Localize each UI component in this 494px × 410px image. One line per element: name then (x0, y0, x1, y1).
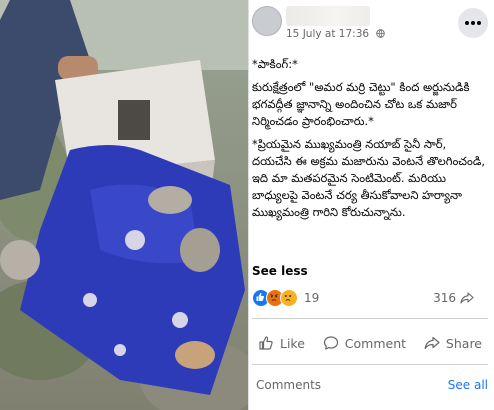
share-label: Share (445, 335, 482, 351)
more-options-button[interactable] (458, 8, 488, 38)
post-paragraph: *పాకింగ్:* (252, 57, 298, 71)
reactions-summary[interactable]: 19 (252, 288, 319, 308)
share-count[interactable]: 316 (433, 291, 474, 305)
see-all-comments-link[interactable]: See all (448, 378, 488, 392)
divider (252, 318, 488, 319)
post-video-thumbnail[interactable] (0, 0, 248, 410)
like-label: Like (280, 335, 305, 351)
sad-reaction-icon (280, 289, 298, 307)
globe-icon (376, 29, 386, 38)
post-body: *పాకింగ్:* కురుక్షేత్రంలో "అమర మర్రి చెట… (252, 56, 488, 227)
comments-heading: Comments (256, 378, 322, 392)
post-actions-bar: Like Comment Share (252, 326, 488, 360)
post-meta: 15 July at 17:36 (286, 28, 386, 40)
post-paragraph: *ప్రియమైన ముఖ్యమంత్రి నయాబ్ సైనీ సార్, ద… (252, 137, 486, 219)
comment-label: Comment (344, 335, 407, 351)
video-scene-image (0, 0, 248, 410)
more-icon (465, 21, 469, 25)
author-avatar[interactable] (252, 6, 282, 36)
share-count-icon (460, 292, 474, 304)
divider (252, 364, 488, 365)
like-button[interactable]: Like (252, 335, 311, 351)
share-count-value: 316 (433, 291, 456, 305)
reaction-count: 19 (304, 291, 320, 305)
share-button[interactable]: Share (418, 335, 488, 351)
post-paragraph: కురుక్షేత్రంలో "అమర మర్రి చెట్టు" కింద అ… (252, 80, 470, 128)
see-less-link[interactable]: See less (252, 264, 308, 278)
comment-button[interactable]: Comment (317, 335, 412, 351)
post-timestamp[interactable]: 15 July at 17:36 (286, 28, 369, 40)
thumbs-up-icon (259, 336, 273, 350)
author-name-redacted[interactable] (286, 6, 370, 26)
speech-bubble-icon (323, 336, 338, 350)
share-arrow-icon (424, 336, 440, 350)
